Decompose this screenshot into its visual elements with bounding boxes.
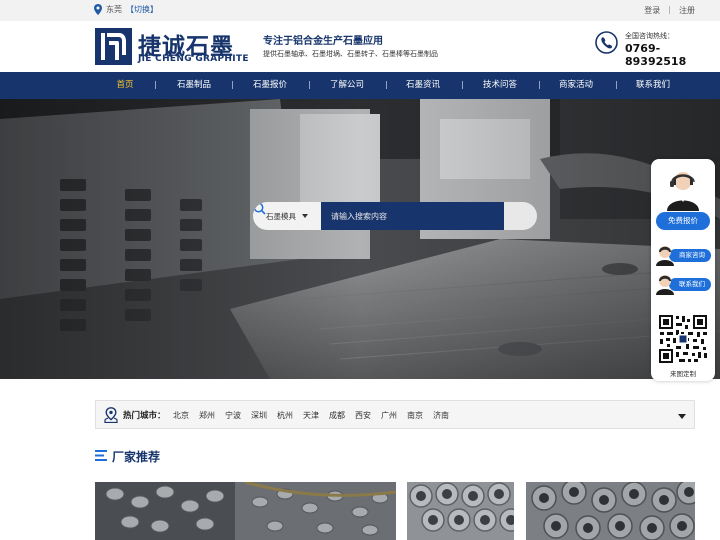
search-category-label: 石墨模具 [266, 211, 296, 221]
merchant-consult-button[interactable]: 商家咨询 [669, 249, 711, 262]
top-bar: 东莞 【切换】 登录 | 注册 [0, 0, 720, 21]
nav-graphite-news[interactable]: 石墨资讯 [399, 72, 447, 99]
graphite-rings-image [407, 482, 514, 540]
location-pin-icon [94, 4, 102, 15]
graphite-bushings-image [526, 482, 695, 540]
hero-banner: 石墨模具 [0, 99, 720, 379]
city-link[interactable]: 济南 [433, 410, 449, 421]
qr-code-icon[interactable] [657, 313, 709, 365]
product-photo-graphite-rods[interactable] [95, 482, 396, 540]
product-photo-graphite-bushings[interactable] [526, 482, 695, 540]
free-quote-button[interactable]: 免费报价 [656, 212, 710, 230]
search-input[interactable] [321, 202, 504, 230]
contact-us-row[interactable]: 联系我们 [655, 273, 713, 295]
contact-us-button[interactable]: 联系我们 [669, 278, 711, 291]
nav-divider [155, 81, 156, 89]
header: 捷诚石墨 JIE CHENG GRAPHITE 专注于铝合金生产石墨应用 提供石… [0, 21, 720, 72]
hotline-label: 全国咨询热线： [625, 32, 674, 40]
floating-contact-bar: 免费报价 商家咨询 联系我们 来图定制 [651, 159, 715, 381]
city-link[interactable]: 西安 [355, 410, 371, 421]
hot-cities-bar: 热门城市： 北京 郑州 宁波 深圳 杭州 天津 成都 西安 广州 南京 济南 [95, 400, 695, 429]
register-link[interactable]: 注册 [679, 5, 695, 16]
nav-home[interactable]: 首页 [103, 72, 147, 99]
nav-divider [539, 81, 540, 89]
nav-merchant-events[interactable]: 商家活动 [552, 72, 600, 99]
section-title-icon [95, 450, 107, 461]
nav-divider [386, 81, 387, 89]
auth-links: 登录 | 注册 [644, 5, 695, 16]
caret-down-icon [302, 214, 308, 218]
factory-machinery-image [0, 99, 720, 379]
consult-agent-avatar-icon [656, 246, 674, 266]
city-link[interactable]: 成都 [329, 410, 345, 421]
nav-divider [616, 81, 617, 89]
auth-separator: | [668, 5, 671, 14]
city-link[interactable]: 广州 [381, 410, 397, 421]
logo-english-name: JIE CHENG GRAPHITE [138, 54, 249, 64]
main-nav: 首页 石墨制品 石墨报价 了解公司 石墨资讯 技术问答 商家活动 联系我们 [0, 72, 720, 99]
custom-order-label: 来图定制 [670, 370, 696, 378]
current-city: 东莞 [106, 5, 122, 14]
logo-mark-icon[interactable] [95, 28, 132, 65]
city-link[interactable]: 郑州 [199, 410, 215, 421]
nav-divider [232, 81, 233, 89]
phone-icon [595, 31, 618, 54]
city-link[interactable]: 宁波 [225, 410, 241, 421]
section-title: 厂家推荐 [112, 450, 161, 464]
nav-divider [309, 81, 310, 89]
customer-service-agent-icon [667, 172, 699, 211]
search-icon [253, 202, 266, 215]
product-summary: 提供石墨轴承、石墨坩埚、石墨转子、石墨棒等石墨制品 [263, 50, 438, 58]
nav-divider [462, 81, 463, 89]
login-link[interactable]: 登录 [644, 5, 660, 16]
nav-graphite-pricing[interactable]: 石墨报价 [246, 72, 294, 99]
contact-agent-avatar-icon [656, 275, 674, 295]
merchant-consult-row[interactable]: 商家咨询 [655, 244, 713, 266]
nav-tech-qa[interactable]: 技术问答 [476, 72, 524, 99]
nav-graphite-products[interactable]: 石墨制品 [170, 72, 218, 99]
map-location-icon [104, 407, 118, 423]
search-bar: 石墨模具 [253, 202, 537, 230]
city-link[interactable]: 深圳 [251, 410, 267, 421]
graphite-rods-image [95, 482, 396, 540]
city-link[interactable]: 天津 [303, 410, 319, 421]
hotline-number[interactable]: 0769-89392518 [625, 42, 720, 68]
city-link[interactable]: 南京 [407, 410, 423, 421]
city-link[interactable]: 杭州 [277, 410, 293, 421]
city-link[interactable]: 北京 [173, 410, 189, 421]
nav-contact-us[interactable]: 联系我们 [629, 72, 677, 99]
search-button[interactable] [253, 202, 537, 230]
product-photo-graphite-rings[interactable] [407, 482, 514, 540]
nav-about-company[interactable]: 了解公司 [323, 72, 371, 99]
switch-city-link[interactable]: 【切换】 [126, 4, 158, 15]
expand-cities-caret-icon[interactable] [678, 414, 686, 419]
location-selector[interactable]: 东莞 【切换】 [94, 4, 158, 15]
hot-cities-label: 热门城市： [123, 411, 166, 421]
company-slogan: 专注于铝合金生产石墨应用 [263, 36, 383, 47]
